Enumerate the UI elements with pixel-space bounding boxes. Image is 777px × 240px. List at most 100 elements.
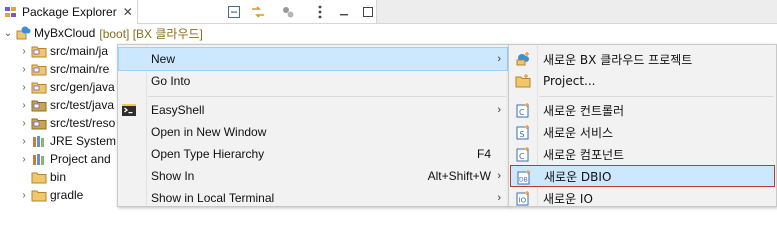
tree-item-label: src/main/re xyxy=(50,62,110,76)
chevron-right-icon[interactable]: › xyxy=(19,190,29,201)
tree-item[interactable]: › src/test/java xyxy=(19,96,114,114)
library-icon xyxy=(31,151,47,167)
component-icon: C xyxy=(515,146,531,162)
tree-item-label: src/test/reso xyxy=(50,116,116,130)
submenu-item-new-service[interactable]: S 새로운 서비스 xyxy=(510,121,775,143)
svg-text:DB: DB xyxy=(519,177,528,184)
chevron-right-icon[interactable]: › xyxy=(19,100,29,111)
editor-area-header xyxy=(376,0,777,24)
menu-item-label: New xyxy=(151,52,176,66)
submenu-item-label: 새로운 컴포넌트 xyxy=(543,147,625,162)
tree-item[interactable]: bin xyxy=(19,168,66,186)
chevron-right-icon[interactable]: › xyxy=(19,82,29,93)
tab-package-explorer[interactable]: Package Explorer ✕ xyxy=(0,0,138,24)
menu-item-label: Show In xyxy=(151,169,195,183)
submenu-item-label: 새로운 서비스 xyxy=(543,125,614,140)
tree-item-label: gradle xyxy=(50,188,84,202)
menu-item-label: Go Into xyxy=(151,74,191,88)
submenu-arrow-icon: › xyxy=(497,192,501,204)
submenu-item-new-component[interactable]: C 새로운 컴포넌트 xyxy=(510,143,775,165)
tree-item-label: bin xyxy=(50,170,67,184)
terminal-icon xyxy=(121,102,137,118)
maximize-icon[interactable] xyxy=(360,4,376,20)
view-tab-bar: Package Explorer ✕ xyxy=(0,0,376,24)
tree-item-label: Project and xyxy=(50,152,111,166)
source-folder-icon xyxy=(31,43,47,59)
menu-item-shortcut: F4 xyxy=(476,147,491,161)
svg-text:S: S xyxy=(520,130,525,139)
menu-item-new[interactable]: New › xyxy=(118,47,508,71)
tree-item[interactable]: › Project and xyxy=(19,150,111,168)
source-folder-icon xyxy=(31,97,47,113)
submenu-item-label: 새로운 IO xyxy=(543,191,593,206)
submenu-item-label: 새로운 DBIO xyxy=(544,169,612,184)
menu-item-label: Open Type Hierarchy xyxy=(151,147,265,161)
minimize-icon[interactable] xyxy=(336,4,352,20)
submenu-item-project[interactable]: Project... xyxy=(510,70,775,92)
tree-item[interactable]: › src/test/reso xyxy=(19,114,115,132)
menu-item-label: Show in Local Terminal xyxy=(151,191,275,205)
menu-item-label: Open in New Window xyxy=(151,125,267,139)
cloud-project-icon xyxy=(515,51,531,67)
svg-text:C: C xyxy=(519,108,525,117)
io-icon: IO xyxy=(515,190,531,206)
tree-item[interactable]: › JRE System xyxy=(19,132,116,150)
tree-item-label: JRE System xyxy=(50,134,117,148)
submenu-separator xyxy=(539,96,774,97)
view-toolbar xyxy=(226,3,384,21)
menu-item-show-in[interactable]: Show In Alt+Shift+W › xyxy=(119,165,507,187)
dbio-icon: DB xyxy=(516,169,532,185)
submenu-item-new-bx-cloud-project[interactable]: 새로운 BX 클라우드 프로젝트 xyxy=(510,48,775,70)
tree-item-label: src/gen/java xyxy=(50,80,115,94)
collapse-all-icon[interactable] xyxy=(226,4,242,20)
controller-icon: C xyxy=(515,102,531,118)
submenu-item-new-dbio[interactable]: DB 새로운 DBIO xyxy=(510,165,775,187)
source-folder-icon xyxy=(31,79,47,95)
submenu-item-label: Project... xyxy=(543,74,596,88)
project-decoration: [boot] [BX 클라우드] xyxy=(99,26,203,41)
project-icon xyxy=(515,73,531,89)
svg-text:IO: IO xyxy=(519,197,527,205)
tree-project-row[interactable]: ⌄ MyBxCloud [boot] [BX 클라우드] xyxy=(3,24,203,42)
svg-text:C: C xyxy=(519,152,525,161)
menu-item-open-in-new-window[interactable]: Open in New Window xyxy=(119,121,507,143)
folder-icon xyxy=(31,169,47,185)
context-menu: New › Go Into EasyShell › Open in New Wi… xyxy=(117,44,509,207)
menu-item-open-type-hierarchy[interactable]: Open Type Hierarchy F4 xyxy=(119,143,507,165)
submenu-arrow-icon: › xyxy=(497,53,501,65)
view-menu-icon[interactable] xyxy=(312,4,328,20)
submenu-item-new-io[interactable]: IO 새로운 IO xyxy=(510,187,775,209)
cloud-project-icon xyxy=(15,25,31,41)
tree-item-label: src/main/ja xyxy=(50,44,109,58)
menu-separator xyxy=(148,96,506,97)
focus-icon[interactable] xyxy=(280,4,296,20)
tree-item[interactable]: › src/main/re xyxy=(19,60,109,78)
package-explorer-icon xyxy=(4,5,18,19)
chevron-right-icon[interactable]: › xyxy=(19,154,29,165)
menu-item-easyshell[interactable]: EasyShell › xyxy=(119,99,507,121)
menu-item-show-in-local-terminal[interactable]: Show in Local Terminal › xyxy=(119,187,507,209)
menu-item-shortcut: Alt+Shift+W xyxy=(427,169,491,183)
menu-item-go-into[interactable]: Go Into xyxy=(119,70,507,92)
chevron-right-icon[interactable]: › xyxy=(19,64,29,75)
tree-item[interactable]: › gradle xyxy=(19,186,83,204)
source-folder-icon xyxy=(31,61,47,77)
library-icon xyxy=(31,133,47,149)
folder-icon xyxy=(31,187,47,203)
project-label: MyBxCloud xyxy=(34,26,96,40)
submenu-item-new-controller[interactable]: C 새로운 컨트롤러 xyxy=(510,99,775,121)
submenu-item-label: 새로운 컨트롤러 xyxy=(543,103,625,118)
submenu-arrow-icon: › xyxy=(497,170,501,182)
chevron-right-icon[interactable]: › xyxy=(19,118,29,129)
chevron-right-icon[interactable]: › xyxy=(19,46,29,57)
chevron-right-icon[interactable]: › xyxy=(19,136,29,147)
link-with-editor-icon[interactable] xyxy=(250,4,266,20)
tree-item[interactable]: › src/gen/java xyxy=(19,78,115,96)
chevron-down-icon[interactable]: ⌄ xyxy=(3,28,13,39)
view-title: Package Explorer xyxy=(22,5,117,19)
submenu-item-label: 새로운 BX 클라우드 프로젝트 xyxy=(543,52,693,67)
close-icon[interactable]: ✕ xyxy=(123,6,133,18)
submenu-arrow-icon: › xyxy=(497,104,501,116)
source-folder-icon xyxy=(31,115,47,131)
tree-item[interactable]: › src/main/ja xyxy=(19,42,108,60)
